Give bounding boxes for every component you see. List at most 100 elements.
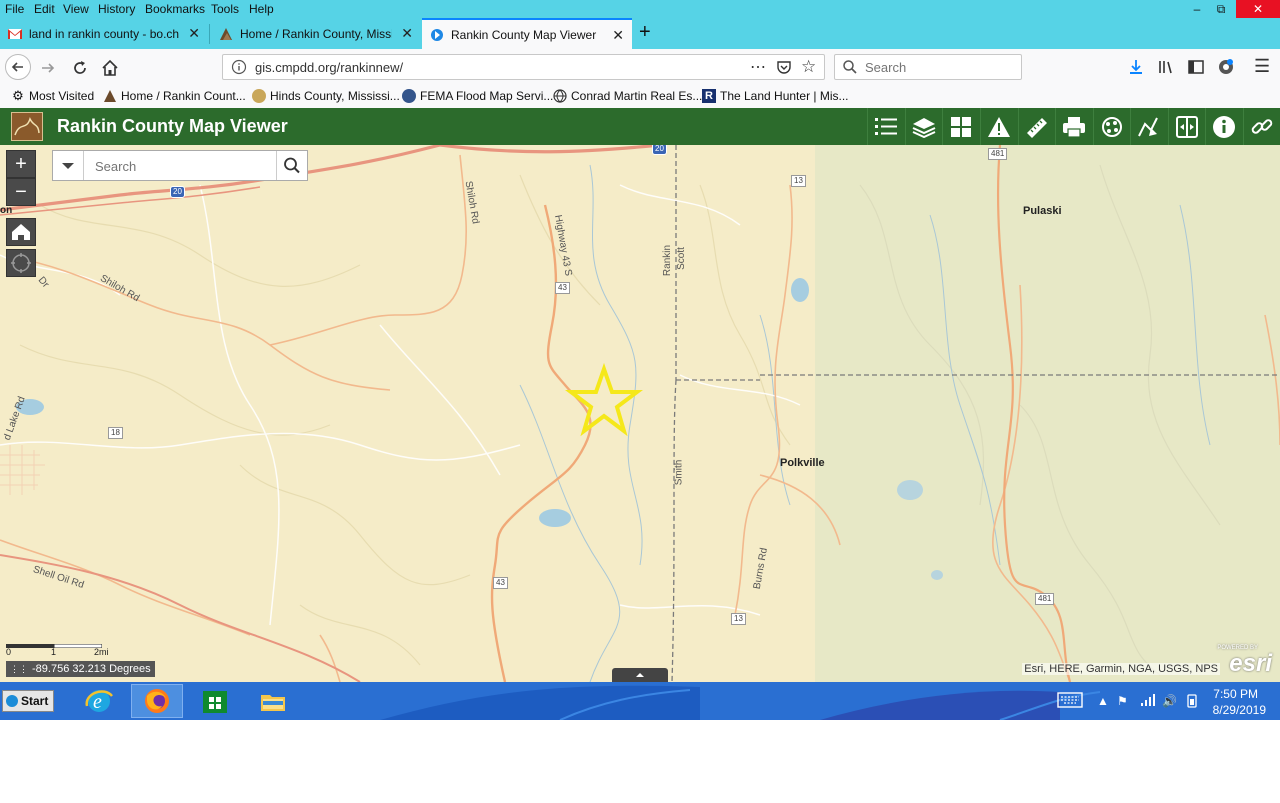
scale-label: 2mi xyxy=(94,647,109,657)
layers-button[interactable] xyxy=(905,108,942,145)
town-label-pulaski: Pulaski xyxy=(1023,205,1062,217)
draw-icon xyxy=(1102,116,1122,137)
close-tab-icon[interactable]: ✕ xyxy=(188,25,200,42)
taskbar-file-explorer[interactable] xyxy=(247,684,299,718)
zoom-in-button[interactable]: + xyxy=(6,150,36,178)
new-tab-icon[interactable]: + xyxy=(639,21,651,44)
select-icon xyxy=(1138,117,1158,136)
browser-search-input[interactable] xyxy=(863,59,1017,76)
route-shield: 481 xyxy=(1035,593,1055,605)
info-icon xyxy=(1213,115,1235,138)
layers-icon xyxy=(912,117,936,138)
browser-search[interactable] xyxy=(834,54,1022,80)
globe-icon xyxy=(553,89,567,103)
print-icon xyxy=(1063,116,1085,138)
close-tab-icon[interactable]: ✕ xyxy=(612,27,624,44)
info-button[interactable] xyxy=(1205,108,1242,145)
back-button[interactable] xyxy=(5,54,31,80)
menu-bar: File Edit View History Bookmarks Tools H… xyxy=(0,0,1280,18)
tab-map-viewer[interactable]: Rankin County Map Viewer ✕ xyxy=(422,18,632,49)
bookmark-hinds-county[interactable]: Hinds County, Mississi... xyxy=(252,89,400,103)
menu-edit[interactable]: Edit xyxy=(34,2,55,16)
tab-strip: land in rankin county - bo.char ✕ Home /… xyxy=(0,18,1280,49)
windows-taskbar: Start e ▲ ⚑ 🔊 7:50 PM 8/29/2019 xyxy=(0,682,1280,720)
menu-history[interactable]: History xyxy=(98,2,135,16)
power-icon[interactable] xyxy=(1185,694,1199,711)
library-icon[interactable] xyxy=(1157,58,1175,81)
tab-title: Rankin County Map Viewer xyxy=(451,27,597,42)
start-label: Start xyxy=(21,694,49,708)
route-shield: 43 xyxy=(493,577,508,589)
back-arrow-icon xyxy=(11,62,23,72)
pocket-icon[interactable] xyxy=(776,59,792,80)
volume-icon[interactable]: 🔊 xyxy=(1162,694,1177,708)
select-button[interactable] xyxy=(1130,108,1167,145)
hamburger-menu-icon[interactable]: ☰ xyxy=(1254,56,1270,77)
clock-time[interactable]: 7:50 PM xyxy=(1213,687,1258,701)
restore-icon[interactable]: ⧉ xyxy=(1214,2,1228,16)
taskbar-firefox[interactable] xyxy=(131,684,183,718)
start-button[interactable]: Start xyxy=(2,690,54,712)
url-bar[interactable]: gis.cmpdd.org/rankinnew/ ⋯ ☆ xyxy=(222,54,825,80)
map-search-button[interactable] xyxy=(276,151,307,180)
network-signal-icon[interactable] xyxy=(1141,694,1155,709)
route-shield: 13 xyxy=(791,175,806,187)
app-title: Rankin County Map Viewer xyxy=(57,116,288,136)
crosshair-icon: ⋮⋮ xyxy=(10,664,28,674)
county-label: Rankin xyxy=(662,244,674,277)
bookmark-conrad-martin[interactable]: Conrad Martin Real Es... xyxy=(553,89,702,103)
fema-icon xyxy=(402,89,416,103)
map-view[interactable]: Shiloh Rd Shiloh Rd Highway 43 S Rankin … xyxy=(0,145,1280,682)
bottom-panel-toggle[interactable] xyxy=(612,668,668,682)
bookmark-label: Home / Rankin Count... xyxy=(121,89,246,103)
clock-date[interactable]: 8/29/2019 xyxy=(1213,703,1266,717)
menu-file[interactable]: File xyxy=(5,2,24,16)
town-label: on xyxy=(0,205,13,216)
link-button[interactable] xyxy=(1243,108,1280,145)
tray-expand-icon[interactable]: ▲ xyxy=(1097,694,1109,708)
zoom-out-button[interactable]: − xyxy=(6,178,36,206)
firefox-icon xyxy=(145,689,169,713)
close-window-icon[interactable]: ✕ xyxy=(1236,0,1280,18)
print-button[interactable] xyxy=(1055,108,1092,145)
bookmark-label: The Land Hunter | Mis... xyxy=(720,89,849,103)
menu-view[interactable]: View xyxy=(63,2,89,16)
bookmark-fema[interactable]: FEMA Flood Map Servi... xyxy=(402,89,553,103)
draw-button[interactable] xyxy=(1093,108,1130,145)
map-search-input[interactable] xyxy=(93,158,277,175)
bookmark-rankin-home[interactable]: Home / Rankin Count... xyxy=(103,89,246,103)
info-icon[interactable] xyxy=(231,59,247,80)
menu-bookmarks[interactable]: Bookmarks xyxy=(145,2,205,16)
coordinate-readout: ⋮⋮ -89.756 32.213 Degrees xyxy=(6,661,155,677)
windows-logo-icon xyxy=(6,695,18,707)
close-tab-icon[interactable]: ✕ xyxy=(401,25,413,42)
sidebar-icon[interactable] xyxy=(1187,58,1205,81)
menu-tools[interactable]: Tools xyxy=(211,2,239,16)
minimize-icon[interactable]: – xyxy=(1190,2,1204,16)
search-source-dropdown[interactable] xyxy=(53,151,84,180)
bookmark-land-hunter[interactable]: R The Land Hunter | Mis... xyxy=(702,89,849,103)
measure-button[interactable] xyxy=(1018,108,1055,145)
bookmark-star-icon[interactable]: ☆ xyxy=(801,57,816,77)
default-extent-button[interactable] xyxy=(6,218,36,246)
taskbar-store[interactable] xyxy=(189,684,241,718)
forward-button[interactable] xyxy=(38,58,58,83)
basemap-gallery-button[interactable] xyxy=(942,108,979,145)
menu-help[interactable]: Help xyxy=(249,2,274,16)
action-center-flag-icon[interactable]: ⚑ xyxy=(1117,694,1128,708)
warning-button[interactable] xyxy=(980,108,1017,145)
legend-button[interactable] xyxy=(867,108,904,145)
swipe-button[interactable] xyxy=(1168,108,1205,145)
page-actions-icon[interactable]: ⋯ xyxy=(750,57,766,77)
gmail-icon xyxy=(8,27,22,41)
keyboard-icon[interactable] xyxy=(1057,691,1083,712)
tab-gmail[interactable]: land in rankin county - bo.char ✕ xyxy=(0,18,208,49)
taskbar-ie[interactable]: e xyxy=(73,684,125,718)
bookmark-most-visited[interactable]: ⚙ Most Visited xyxy=(11,89,94,104)
download-icon[interactable] xyxy=(1128,58,1144,81)
tab-landwatch[interactable]: Home / Rankin County, Mississ ✕ xyxy=(211,18,421,49)
account-icon[interactable] xyxy=(1217,58,1235,81)
home-button[interactable] xyxy=(100,58,120,83)
locate-button[interactable] xyxy=(6,249,36,277)
reload-button[interactable] xyxy=(70,58,90,83)
